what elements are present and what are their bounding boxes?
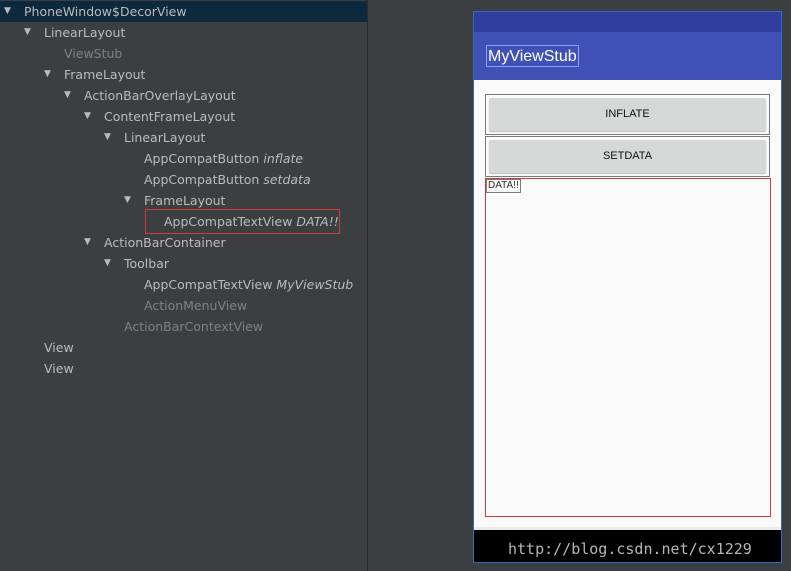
tree-node-label: PhoneWindow$DecorView	[24, 4, 187, 19]
tree-node-label: FrameLayout	[144, 193, 226, 208]
tree-node-label: ContentFrameLayout	[104, 109, 236, 124]
app-toolbar[interactable]: MyViewStub	[474, 32, 781, 80]
tree-node-label: AppCompatButton	[144, 172, 260, 187]
tree-node-label: Toolbar	[124, 256, 170, 271]
toolbar-title[interactable]: MyViewStub	[486, 45, 579, 67]
tree-node-label: ActionMenuView	[144, 298, 248, 313]
tree-node-toolbar[interactable]: ▼ Toolbar	[0, 253, 367, 274]
tree-node-hint: MyViewStub	[276, 277, 354, 292]
expand-arrow-icon[interactable]: ▼	[104, 127, 111, 148]
tree-node-textview-title[interactable]: AppCompatTextView MyViewStub	[0, 274, 367, 295]
setdata-button-bounds: SETDATA	[485, 136, 770, 177]
expand-arrow-icon[interactable]: ▼	[124, 190, 131, 211]
expand-arrow-icon[interactable]: ▼	[64, 85, 71, 106]
tree-node-button-setdata[interactable]: AppCompatButton setdata	[0, 169, 367, 190]
inflate-button-bounds: INFLATE	[485, 94, 770, 135]
tree-node-label: FrameLayout	[64, 67, 146, 82]
expand-arrow-icon[interactable]: ▼	[84, 106, 91, 127]
tree-node-label: ActionBarContextView	[124, 319, 264, 334]
expand-arrow-icon[interactable]: ▼	[84, 232, 91, 253]
watermark-url: http://blog.csdn.net/cx1229	[508, 540, 752, 558]
tree-node-label: LinearLayout	[124, 130, 206, 145]
tree-node-label: AppCompatTextView	[144, 277, 273, 292]
expand-arrow-icon[interactable]: ▼	[4, 1, 11, 22]
tree-node-actionmenuview[interactable]: ActionMenuView	[0, 295, 367, 316]
expand-arrow-icon[interactable]: ▼	[24, 22, 31, 43]
tree-node-label: View	[44, 340, 74, 355]
tree-node-actionbarcontextview[interactable]: ActionBarContextView	[0, 316, 367, 337]
device-screen: MyViewStub INFLATE SETDATA DATA!!	[473, 11, 782, 563]
tree-node-label: AppCompatButton	[144, 151, 260, 166]
view-hierarchy-tree: ▼ PhoneWindow$DecorView ▼ LinearLayout V…	[0, 0, 367, 571]
tree-node-view-2[interactable]: View	[0, 358, 367, 379]
tree-node-button-inflate[interactable]: AppCompatButton inflate	[0, 148, 367, 169]
tree-node-view-1[interactable]: View	[0, 337, 367, 358]
setdata-button[interactable]: SETDATA	[489, 140, 766, 173]
tree-node-contentframelayout[interactable]: ▼ ContentFrameLayout	[0, 106, 367, 127]
tree-node-label: ActionBarOverlayLayout	[84, 88, 236, 103]
tree-node-hint: setdata	[263, 172, 311, 187]
tree-node-label: LinearLayout	[44, 25, 126, 40]
tree-node-decorview[interactable]: ▼ PhoneWindow$DecorView	[0, 1, 367, 22]
inflate-button[interactable]: INFLATE	[489, 98, 766, 131]
expand-arrow-icon[interactable]: ▼	[104, 253, 111, 274]
tree-node-label: ActionBarContainer	[104, 235, 226, 250]
expand-arrow-icon[interactable]: ▼	[44, 64, 51, 85]
tree-node-label: ViewStub	[64, 46, 123, 61]
tree-node-actionbaroverlaylayout[interactable]: ▼ ActionBarOverlayLayout	[0, 85, 367, 106]
framelayout-bounds[interactable]: DATA!!	[485, 178, 771, 517]
tree-node-actionbarcontainer[interactable]: ▼ ActionBarContainer	[0, 232, 367, 253]
data-textview[interactable]: DATA!!	[486, 179, 521, 193]
status-bar	[474, 12, 781, 32]
tree-node-label: View	[44, 361, 74, 376]
device-preview-panel: MyViewStub INFLATE SETDATA DATA!!	[368, 0, 791, 571]
tree-node-hint: inflate	[263, 151, 304, 166]
tree-node-linearlayout[interactable]: ▼ LinearLayout	[0, 22, 367, 43]
tree-node-framelayout-inner[interactable]: ▼ FrameLayout	[0, 190, 367, 211]
tree-node-linearlayout-inner[interactable]: ▼ LinearLayout	[0, 127, 367, 148]
tree-node-viewstub[interactable]: ViewStub	[0, 43, 367, 64]
selected-node-highlight	[145, 209, 340, 234]
tree-node-framelayout[interactable]: ▼ FrameLayout	[0, 64, 367, 85]
